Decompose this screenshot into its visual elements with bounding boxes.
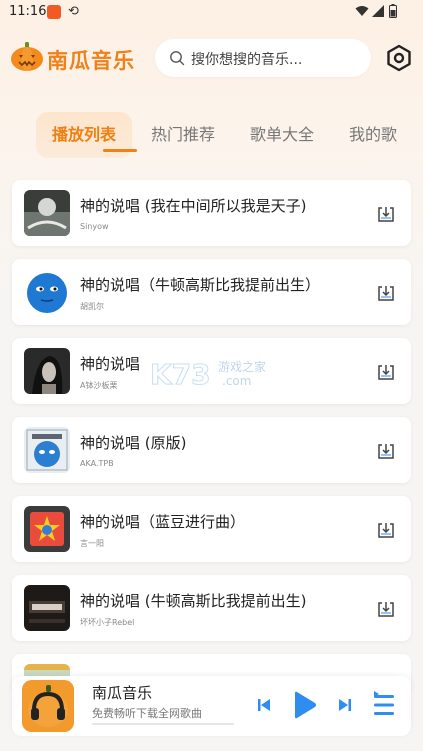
song-list-item[interactable]: 神的说唱（蓝豆进行曲） 言一阳 [12, 496, 411, 562]
tab-label: 播放列表 [51, 125, 116, 144]
watermark: K73 游戏之家 .com [150, 356, 280, 396]
album-cover [24, 427, 70, 473]
song-title: 神的说唱 [80, 355, 141, 373]
search-icon [170, 51, 185, 66]
song-list-item[interactable]: 神的说唱 (原版) AKA.TPB [12, 417, 411, 483]
tab-label: 热门推荐 [151, 125, 216, 144]
notification-app-icon [47, 5, 61, 19]
download-icon[interactable] [376, 283, 396, 303]
wifi-icon [355, 6, 369, 16]
download-icon[interactable] [376, 441, 396, 461]
watermark-site-cn: 游戏之家 [218, 360, 267, 374]
mini-player[interactable]: 南瓜音乐 免费畅听下载全网歌曲 [12, 676, 411, 736]
song-artist: A钵沙板栗 [80, 381, 118, 390]
search-placeholder: 搜你想搜的音乐... [191, 52, 303, 68]
tab-hot-recommend[interactable]: 热门推荐 [151, 112, 215, 158]
download-icon[interactable] [376, 362, 396, 382]
song-title: 神的说唱（牛顿高斯比我提前出生） [80, 276, 321, 294]
song-artist: AKA.TPB [80, 459, 114, 468]
search-input[interactable]: 搜你想搜的音乐... [155, 39, 371, 77]
tab-playlist[interactable]: 播放列表 [36, 112, 137, 158]
active-tab-indicator [103, 149, 137, 152]
song-artist: 言一阳 [80, 539, 104, 548]
player-progress-bar[interactable] [92, 723, 234, 725]
play-icon[interactable] [290, 690, 318, 720]
song-title: 神的说唱 (牛顿高斯比我提前出生) [80, 592, 307, 610]
download-icon[interactable] [376, 520, 396, 540]
song-list-item[interactable]: 神的说唱（牛顿高斯比我提前出生） 胡凯尔 [12, 259, 411, 325]
settings-hexagon-icon[interactable] [385, 44, 413, 72]
status-time: 11:16 [9, 4, 47, 19]
pumpkin-logo-icon [11, 42, 43, 71]
download-icon[interactable] [376, 204, 396, 224]
tab-label: 歌单大全 [250, 125, 315, 144]
signal-icon [372, 5, 384, 17]
playlist-queue-icon[interactable] [372, 691, 396, 719]
album-cover [24, 506, 70, 552]
song-title: 神的说唱 (我在中间所以我是天子) [80, 197, 307, 215]
song-title: 神的说唱 (原版) [80, 434, 187, 452]
player-title: 南瓜音乐 [92, 684, 153, 702]
tab-label: 我的歌 [349, 125, 398, 144]
download-icon[interactable] [376, 599, 396, 619]
player-cover-headphones[interactable] [22, 680, 74, 732]
watermark-brand: K73 [150, 358, 212, 392]
tab-my-songs[interactable]: 我的歌 [349, 112, 397, 158]
app-header: 南瓜音乐 搜你想搜的音乐... [0, 34, 423, 84]
tab-playlists-collection[interactable]: 歌单大全 [250, 112, 314, 158]
song-artist: 胡凯尔 [80, 302, 104, 311]
song-artist: 坏坏小子Rebel [80, 618, 135, 627]
previous-track-icon[interactable] [255, 696, 273, 714]
category-tabs: 播放列表 热门推荐 歌单大全 我的歌 [0, 112, 423, 158]
album-cover [24, 190, 70, 236]
status-bar: 11:16 ⟲ [0, 0, 423, 26]
player-subtitle: 免费畅听下载全网歌曲 [92, 707, 202, 720]
song-artist: Sinyow [80, 222, 109, 231]
watermark-site-en: .com [222, 374, 252, 388]
sync-icon: ⟲ [68, 4, 79, 19]
album-cover [24, 348, 70, 394]
song-list-item[interactable]: 神的说唱 (牛顿高斯比我提前出生) 坏坏小子Rebel [12, 575, 411, 641]
song-title: 神的说唱（蓝豆进行曲） [80, 513, 246, 531]
album-cover [24, 269, 70, 315]
song-list-item[interactable]: 神的说唱 (我在中间所以我是天子) Sinyow [12, 180, 411, 246]
battery-icon [389, 4, 397, 18]
album-cover [24, 585, 70, 631]
next-track-icon[interactable] [336, 696, 354, 714]
app-title: 南瓜音乐 [47, 49, 135, 73]
